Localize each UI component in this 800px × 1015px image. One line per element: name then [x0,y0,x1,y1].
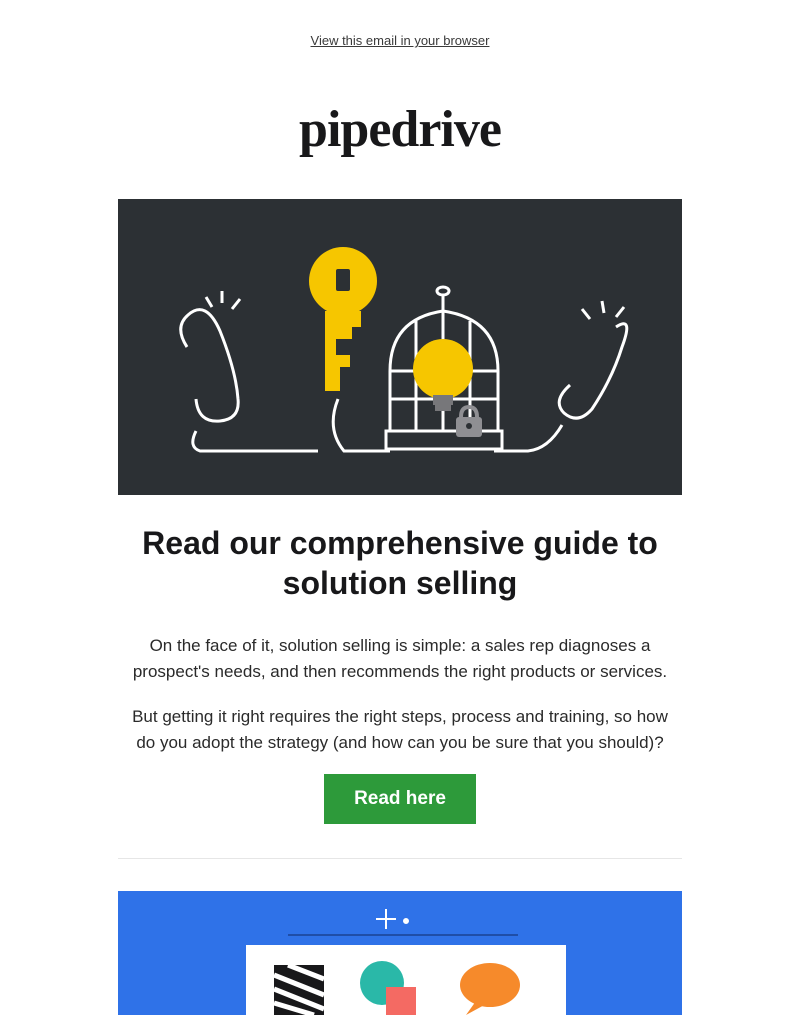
article-headline: Read our comprehensive guide to solution… [118,523,682,603]
section-divider [118,858,682,859]
secondary-illustration [118,891,682,1015]
cta-container: Read here [118,774,682,824]
brand-logo: pipedrive [118,100,682,159]
article-paragraph-2: But getting it right requires the right … [118,704,682,757]
read-here-button[interactable]: Read here [324,774,476,824]
hero-illustration [118,199,682,495]
view-in-browser-link[interactable]: View this email in your browser [311,33,490,48]
preheader: View this email in your browser [118,0,682,100]
brand-wordmark: pipedrive [299,101,501,158]
email-container: View this email in your browser pipedriv… [100,0,700,1015]
birdcage-lightbulb-illustration-icon [118,199,682,495]
article-paragraph-1: On the face of it, solution selling is s… [118,633,682,686]
social-icons-panel-icon [118,891,682,1015]
